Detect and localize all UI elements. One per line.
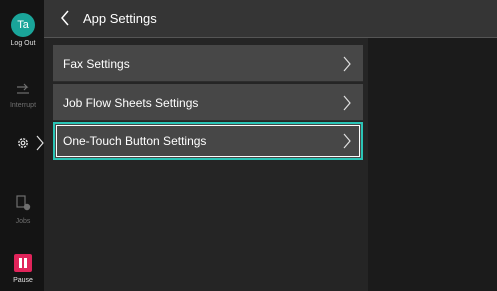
settings-list: Fax Settings Job Flow Sheets Settings On… — [44, 38, 368, 291]
chevron-right-icon — [36, 135, 44, 151]
menu-item-one-touch-button-settings[interactable]: One-Touch Button Settings — [53, 122, 363, 160]
user-avatar[interactable]: Ta — [11, 13, 35, 37]
chevron-right-icon — [343, 95, 351, 111]
menu-item-label: One-Touch Button Settings — [63, 134, 207, 148]
interrupt-icon[interactable] — [16, 83, 30, 95]
page-title: App Settings — [83, 11, 157, 26]
interrupt-label[interactable]: Interrupt — [0, 102, 46, 109]
chevron-right-icon — [343, 56, 351, 72]
settings-button[interactable] — [12, 135, 44, 154]
pause-label[interactable]: Pause — [0, 277, 46, 284]
side-rail: Ta Log Out Interrupt Jobs Pause — [0, 0, 44, 291]
logout-label[interactable]: Log Out — [0, 40, 46, 47]
jobs-icon[interactable] — [15, 195, 31, 211]
back-arrow-icon[interactable] — [60, 10, 70, 26]
menu-item-label: Fax Settings — [63, 57, 130, 71]
gear-icon — [18, 138, 28, 148]
menu-item-fax-settings[interactable]: Fax Settings — [53, 45, 363, 82]
jobs-label[interactable]: Jobs — [0, 218, 46, 225]
menu-item-label: Job Flow Sheets Settings — [63, 96, 199, 110]
menu-item-job-flow-sheets-settings[interactable]: Job Flow Sheets Settings — [53, 84, 363, 121]
chevron-right-icon — [343, 133, 351, 149]
pause-icon[interactable] — [14, 254, 32, 272]
detail-panel — [368, 38, 497, 291]
app-header: App Settings — [44, 0, 497, 38]
